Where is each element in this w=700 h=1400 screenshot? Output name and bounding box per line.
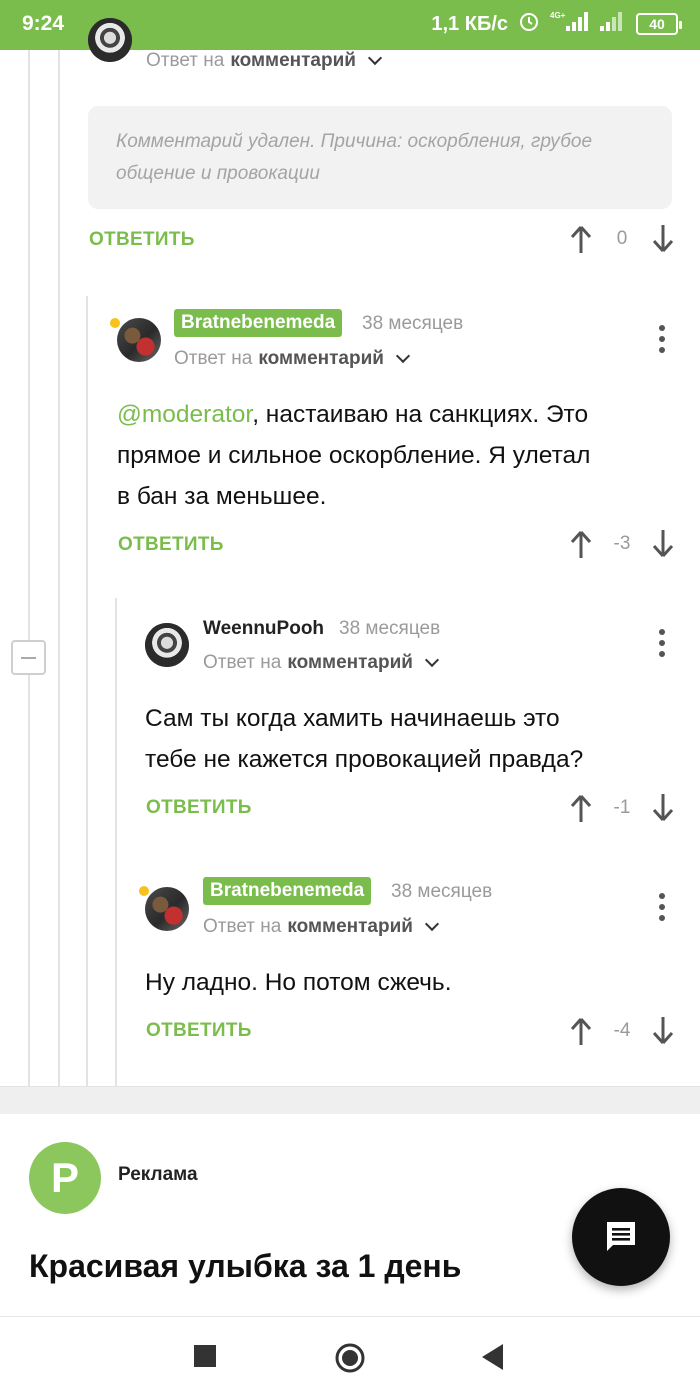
home-circle-icon[interactable]	[334, 1342, 366, 1374]
status-time: 9:24	[22, 12, 65, 35]
reply-button[interactable]: ОТВЕТИТЬ	[89, 229, 195, 251]
recents-square-icon[interactable]	[194, 1345, 216, 1367]
comment-text: @moderator, настаиваю на санкциях. Это п…	[117, 394, 687, 517]
reply-button[interactable]: ОТВЕТИТЬ	[118, 534, 224, 556]
reply-to-meta: Ответ на комментарий	[174, 348, 411, 370]
chevron-down-icon[interactable]	[367, 50, 383, 66]
more-options-icon[interactable]	[659, 629, 665, 657]
avatar[interactable]	[117, 318, 161, 362]
back-triangle-icon[interactable]	[482, 1344, 504, 1370]
downvote-icon[interactable]	[651, 529, 675, 559]
upvote-icon[interactable]	[569, 793, 593, 823]
comment-age: 38 месяцев	[391, 881, 493, 902]
vote-controls: 0	[569, 224, 675, 254]
thread-line-1	[28, 50, 30, 1086]
chevron-down-icon[interactable]	[424, 652, 440, 668]
thread-line-2	[58, 50, 60, 1086]
reply-to-link[interactable]: комментарий	[258, 348, 384, 370]
avatar[interactable]	[145, 623, 189, 667]
comment-line: , настаиваю на санкциях. Это	[252, 401, 589, 428]
ad-title[interactable]: Красивая улыбка за 1 день	[29, 1248, 461, 1285]
vote-score: 0	[616, 228, 628, 249]
network-speed: 1,1 КБ/с	[431, 12, 508, 35]
thread-line-3	[86, 296, 88, 1086]
reply-button[interactable]: ОТВЕТИТЬ	[146, 1020, 252, 1042]
author-name[interactable]: Bratnebenemeda	[174, 309, 343, 337]
reply-button[interactable]: ОТВЕТИТЬ	[146, 797, 252, 819]
chat-icon	[607, 1222, 635, 1251]
upvote-icon[interactable]	[569, 1016, 593, 1046]
status-right: 1,1 КБ/с 4G+ 40	[431, 10, 682, 38]
comment-line: прямое и сильное оскорбление. Я улетал	[117, 442, 591, 469]
signal-icon	[600, 10, 626, 38]
more-options-icon[interactable]	[659, 325, 665, 353]
battery-icon: 40	[636, 13, 682, 35]
reply-to-meta: Ответ на комментарий	[203, 652, 440, 674]
vote-controls: -1	[569, 793, 675, 823]
upvote-icon[interactable]	[569, 529, 593, 559]
author-name[interactable]: WeennuPooh	[203, 618, 324, 640]
vote-score: -3	[613, 533, 631, 554]
downvote-icon[interactable]	[651, 1016, 675, 1046]
chevron-down-icon[interactable]	[395, 348, 411, 364]
vote-controls: -3	[569, 529, 675, 559]
reply-to-link[interactable]: комментарий	[287, 916, 413, 938]
avatar[interactable]	[88, 18, 132, 62]
thread-line-4	[115, 598, 117, 1086]
chevron-down-icon[interactable]	[424, 916, 440, 932]
author-name[interactable]: Bratnebenemeda	[203, 877, 372, 905]
reply-to-prefix: Ответ на	[174, 348, 253, 369]
vote-score: -1	[613, 797, 631, 818]
more-options-icon[interactable]	[659, 893, 665, 921]
comment-text: Ну ладно. Но потом сжечь.	[145, 962, 690, 1003]
reply-to-prefix: Ответ на	[203, 916, 282, 937]
reply-to-prefix: Ответ на	[203, 652, 282, 673]
vote-score: -4	[613, 1020, 631, 1041]
comment-line: Ну ладно. Но потом сжечь.	[145, 969, 452, 996]
reply-to-prefix: Ответ на	[146, 50, 225, 71]
avatar[interactable]	[145, 887, 189, 931]
reply-to-link[interactable]: комментарий	[287, 652, 413, 674]
comment-fab-button[interactable]	[572, 1188, 670, 1286]
mention-link[interactable]: @moderator	[117, 401, 252, 428]
downvote-icon[interactable]	[651, 793, 675, 823]
badge-icon	[108, 316, 122, 330]
reply-to-link[interactable]: комментарий	[230, 50, 356, 72]
system-nav-bar	[0, 1316, 700, 1400]
ad-logo[interactable]: P	[29, 1142, 101, 1214]
badge-icon	[137, 884, 151, 898]
signal-4g-icon: 4G+	[550, 10, 590, 38]
alarm-icon	[518, 10, 540, 38]
reply-to-meta: Ответ на комментарий	[203, 916, 440, 938]
ad-label: Реклама	[118, 1164, 198, 1185]
section-divider	[0, 1086, 700, 1114]
reply-to-meta: Ответ на комментарий	[146, 50, 383, 72]
comment-age: 38 месяцев	[339, 618, 441, 639]
comment-line: тебе не кажется провокацией правда?	[145, 746, 584, 773]
deleted-comment-notice: Комментарий удален. Причина: оскорбления…	[88, 106, 672, 209]
svg-text:4G+: 4G+	[550, 11, 566, 20]
comment-age: 38 месяцев	[362, 313, 464, 334]
comment-line: Сам ты когда хамить начинаешь это	[145, 705, 560, 732]
downvote-icon[interactable]	[651, 224, 675, 254]
comment-line: в бан за меньшее.	[117, 483, 327, 510]
comment-text: Сам ты когда хамить начинаешь это тебе н…	[145, 698, 690, 780]
vote-controls: -4	[569, 1016, 675, 1046]
upvote-icon[interactable]	[569, 224, 593, 254]
collapse-thread-button[interactable]	[11, 640, 46, 675]
